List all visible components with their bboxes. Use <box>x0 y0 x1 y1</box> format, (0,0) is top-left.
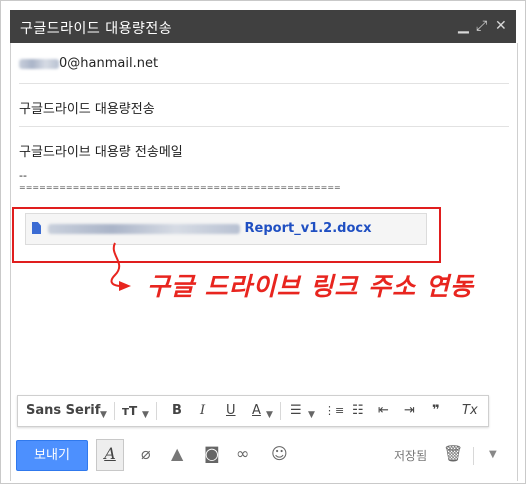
trash-icon[interactable]: 🗑 <box>443 444 463 463</box>
divider <box>19 126 509 127</box>
indent-less-icon[interactable]: ⇤ <box>378 403 389 419</box>
font-select[interactable]: Sans Serif <box>26 403 100 419</box>
annotation-arrow <box>110 242 131 291</box>
more-options-icon[interactable]: ▼ <box>489 449 497 460</box>
saved-status: 저장됨 <box>394 449 428 463</box>
divider <box>19 83 509 84</box>
blurred-recipient <box>19 58 59 69</box>
doc-icon <box>32 222 41 234</box>
attachment-filename-suffix: Report_v1.2.docx <box>244 221 372 236</box>
google-drive-icon[interactable]: ▲ <box>171 444 183 463</box>
formatting-options-button[interactable]: A <box>96 439 124 471</box>
font-dropdown-icon[interactable]: ▼ <box>100 407 107 423</box>
body-text[interactable]: 구글드라이브 대용량 전송메일 <box>19 141 509 160</box>
recipient-email: 0@hanmail.net <box>59 56 159 71</box>
recipient-field[interactable]: 0@hanmail.net <box>19 56 509 71</box>
separator <box>156 402 157 420</box>
size-dropdown-icon[interactable]: ▼ <box>142 407 149 423</box>
attach-file-icon[interactable]: ⌀ <box>141 444 151 463</box>
text-size-icon[interactable]: тT <box>122 403 137 419</box>
blurred-filename <box>48 223 240 234</box>
annotation-text: 구글 드라이브 링크 주소 연동 <box>147 272 474 301</box>
send-button[interactable]: 보내기 <box>16 440 88 471</box>
clear-format-icon[interactable]: Tx <box>462 403 478 419</box>
numbered-list-icon[interactable]: ⋮≡ <box>324 403 344 419</box>
attachment-name[interactable]: Report_v1.2.docx <box>48 221 372 236</box>
bulleted-list-icon[interactable]: ☷ <box>352 403 364 419</box>
signature-divider: ========================================… <box>19 183 341 192</box>
align-icon[interactable]: ☰ <box>290 403 302 419</box>
link-icon[interactable]: ∞ <box>236 444 249 463</box>
indent-more-icon[interactable]: ⇥ <box>404 403 415 419</box>
attachment-chip[interactable]: Report_v1.2.docx <box>25 213 427 245</box>
separator <box>114 402 115 420</box>
underline-button[interactable]: U <box>226 403 236 419</box>
align-dropdown-icon[interactable]: ▼ <box>308 407 315 423</box>
text-color-button[interactable]: A <box>252 403 261 419</box>
italic-button[interactable]: I <box>200 403 205 419</box>
expand-icon[interactable]: ⤢ <box>476 19 487 33</box>
bottom-action-bar: 보내기 A ⌀ ▲ ◙ ∞ ☺ 저장됨 🗑 ▼ <box>11 433 517 481</box>
close-icon[interactable]: ✕ <box>495 19 507 33</box>
compose-titlebar[interactable]: 구글드라이드 대용량전송 ▁ ⤢ ✕ <box>10 10 516 43</box>
subject-field[interactable]: 구글드라이드 대용량전송 <box>19 98 509 117</box>
quote-icon[interactable]: ❞ <box>432 403 440 419</box>
color-dropdown-icon[interactable]: ▼ <box>266 407 273 423</box>
signature-dash: -- <box>19 169 27 182</box>
format-toolbar: Sans Serif ▼ тT ▼ B I U A ▼ ☰ ▼ ⋮≡ ☷ ⇤ ⇥… <box>17 395 489 427</box>
separator <box>280 402 281 420</box>
compose-body: 0@hanmail.net 구글드라이드 대용량전송 구글드라이브 대용량 전송… <box>10 43 518 481</box>
window-title: 구글드라이드 대용량전송 <box>20 21 173 37</box>
separator <box>473 447 474 465</box>
emoji-icon[interactable]: ☺ <box>271 444 288 463</box>
minimize-icon[interactable]: ▁ <box>458 19 469 33</box>
camera-icon[interactable]: ◙ <box>204 444 220 463</box>
bold-button[interactable]: B <box>172 403 182 419</box>
